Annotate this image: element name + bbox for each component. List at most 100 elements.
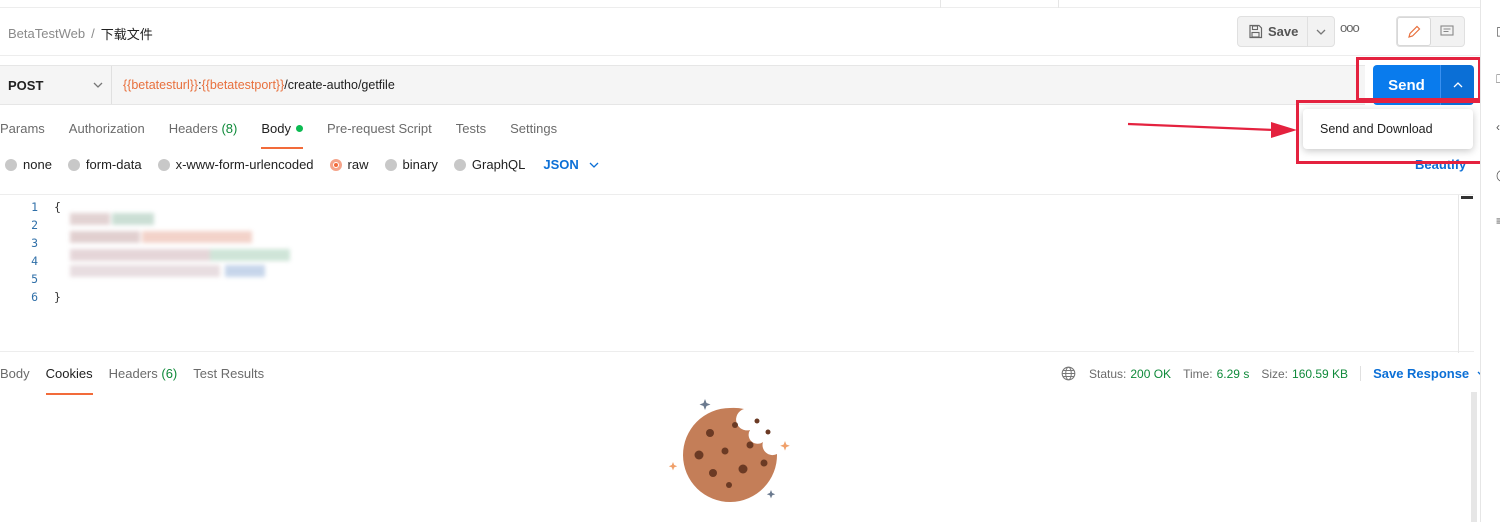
radio-graphql[interactable]: GraphQL xyxy=(453,157,526,172)
edit-mode-button[interactable] xyxy=(1397,17,1431,46)
save-icon xyxy=(1249,24,1263,39)
tab-label: Pre-request Script xyxy=(326,121,432,136)
radio-label: GraphQL xyxy=(471,157,526,172)
code-icon[interactable]: ‹ xyxy=(1496,120,1500,134)
tab-pre-request-script[interactable]: Pre-request Script xyxy=(327,121,432,149)
save-response-label: Save Response xyxy=(1373,366,1470,381)
body-format-value: JSON xyxy=(543,157,579,172)
url-variable: {{betatesturl}} xyxy=(123,78,199,92)
info-icon[interactable]: ◯ xyxy=(1496,168,1500,182)
time-label: Time: xyxy=(1183,366,1213,381)
time-value[interactable]: 6.29 s xyxy=(1217,367,1250,381)
line-numbers: 1 2 3 4 5 6 xyxy=(0,198,38,306)
method-value: POST xyxy=(8,77,44,93)
tab-body[interactable]: Body xyxy=(261,121,303,149)
comments-icon[interactable]: ⎕ xyxy=(1496,72,1500,87)
chevron-up-icon xyxy=(1453,82,1462,88)
radio-label: raw xyxy=(347,157,369,172)
tab-cookies[interactable]: Cookies xyxy=(45,366,93,395)
radio-circle xyxy=(157,158,170,171)
radio-circle xyxy=(5,158,17,171)
body-indicator-dot xyxy=(295,125,303,132)
request-tabs: Params Authorization Headers (8) Body Pr… xyxy=(0,121,581,149)
annotation-arrow xyxy=(1127,122,1297,138)
line-number: 3 xyxy=(31,236,38,250)
radio-binary[interactable]: binary xyxy=(384,157,438,172)
breadcrumb-collection[interactable]: BetaTestWeb xyxy=(8,26,85,41)
radio-circle xyxy=(329,158,342,171)
send-button-group: Send xyxy=(1373,65,1474,105)
headers-count: (8) xyxy=(221,121,238,136)
request-header: BetaTestWeb / 下载文件 Save ooo xyxy=(0,8,1480,56)
radio-label: x-www-form-urlencoded xyxy=(175,157,314,172)
view-mode-toggle xyxy=(1396,16,1465,47)
breadcrumb: BetaTestWeb / 下载文件 xyxy=(8,24,153,43)
line-number: 1 xyxy=(31,200,38,214)
comment-icon xyxy=(1440,25,1454,36)
top-tab-strip xyxy=(0,0,1480,8)
tab-divider xyxy=(940,0,941,8)
editor-scrollbar[interactable] xyxy=(1458,195,1474,353)
more-actions-button[interactable]: ooo xyxy=(1340,20,1360,35)
documentation-mode-button[interactable] xyxy=(1431,17,1464,46)
tab-params[interactable]: Params xyxy=(0,121,45,149)
url-input[interactable]: {{betatesturl}}:{{betatestport}}/create-… xyxy=(112,78,395,92)
radio-x-www-form-urlencoded[interactable]: x-www-form-urlencoded xyxy=(157,157,314,172)
line-number: 2 xyxy=(31,218,38,232)
scrollbar-thumb[interactable] xyxy=(1461,196,1473,199)
save-response-button[interactable]: Save Response xyxy=(1360,366,1487,381)
globe-icon[interactable] xyxy=(1061,366,1076,381)
radio-form-data[interactable]: form-data xyxy=(67,157,142,172)
send-and-download-menu-item[interactable]: Send and Download xyxy=(1303,109,1473,149)
pencil-icon xyxy=(1407,25,1421,38)
chevron-down-icon xyxy=(93,82,103,88)
tab-divider xyxy=(1058,0,1059,8)
body-editor[interactable]: 1 2 3 4 5 6 { } xyxy=(0,194,1474,353)
line-number: 6 xyxy=(31,290,38,304)
send-button[interactable]: Send xyxy=(1373,65,1440,105)
tab-settings[interactable]: Settings xyxy=(510,121,557,149)
status-value[interactable]: 200 OK xyxy=(1130,367,1171,381)
tab-label: Params xyxy=(0,121,45,136)
chevron-down-icon xyxy=(589,162,599,168)
cookie-illustration-icon xyxy=(668,399,790,502)
save-options-button[interactable] xyxy=(1308,17,1334,46)
line-number: 5 xyxy=(31,272,38,286)
tab-response-body[interactable]: Body xyxy=(0,366,30,395)
tab-label: Test Results xyxy=(193,366,265,381)
headers-count: (6) xyxy=(161,366,178,381)
save-button[interactable]: Save xyxy=(1238,17,1309,46)
tab-response-headers[interactable]: Headers (6) xyxy=(109,366,178,395)
documentation-icon[interactable]: ▯ xyxy=(1496,24,1500,38)
radio-none[interactable]: none xyxy=(5,157,52,172)
url-bar: POST {{betatesturl}}:{{betatestport}}/cr… xyxy=(0,65,1365,105)
radio-circle xyxy=(384,158,397,171)
response-meta: Status: 200 OK Time: 6.29 s Size: 160.59… xyxy=(1061,366,1487,381)
tab-headers[interactable]: Headers (8) xyxy=(169,121,238,149)
tab-label: Body xyxy=(0,366,30,381)
tab-label: Authorization xyxy=(68,121,145,136)
tab-label: Cookies xyxy=(45,366,93,381)
radio-raw[interactable]: raw xyxy=(329,157,369,172)
tab-authorization[interactable]: Authorization xyxy=(69,121,145,149)
response-scrollbar[interactable] xyxy=(1471,392,1477,522)
tab-label: Headers xyxy=(168,121,218,136)
right-sidebar: ▯ ⎕ ‹ ◯ ≡ xyxy=(1480,0,1500,522)
send-options-button[interactable] xyxy=(1440,65,1474,105)
beautify-link[interactable]: Beautify xyxy=(1415,157,1466,172)
size-label: Size: xyxy=(1261,366,1289,381)
save-button-group: Save xyxy=(1237,16,1336,47)
method-select[interactable]: POST xyxy=(0,66,112,104)
url-variable: {{betatestport}} xyxy=(201,78,285,92)
chevron-down-icon xyxy=(1316,29,1326,35)
breadcrumb-separator: / xyxy=(91,26,95,41)
save-label: Save xyxy=(1268,24,1299,39)
body-format-select[interactable]: JSON xyxy=(543,157,599,172)
size-value[interactable]: 160.59 KB xyxy=(1292,367,1348,381)
related-icon[interactable]: ≡ xyxy=(1496,214,1500,228)
tab-tests[interactable]: Tests xyxy=(456,121,486,149)
radio-label: binary xyxy=(402,157,438,172)
response-tabs: Body Cookies Headers (6) Test Results xyxy=(0,366,280,395)
request-name[interactable]: 下载文件 xyxy=(101,24,153,43)
tab-test-results[interactable]: Test Results xyxy=(193,366,264,395)
